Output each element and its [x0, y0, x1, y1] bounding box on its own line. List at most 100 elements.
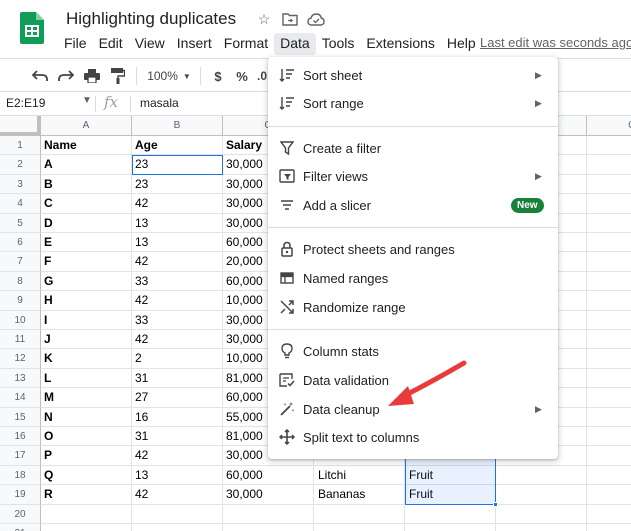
cell-f20[interactable]	[496, 504, 587, 524]
cell-b6[interactable]: 13	[132, 233, 223, 253]
row-header-20[interactable]: 20	[0, 504, 41, 524]
menu-extensions[interactable]: Extensions	[360, 33, 440, 55]
cell-c19[interactable]: 30,000	[223, 485, 314, 505]
menu-item-filter-views[interactable]: Filter views ▶	[268, 162, 558, 190]
menu-file[interactable]: File	[58, 33, 93, 55]
cell-g2[interactable]	[587, 155, 631, 175]
name-box-dropdown-icon[interactable]: ▼	[82, 95, 92, 106]
cell-c20[interactable]	[223, 504, 314, 524]
cell-b7[interactable]: 42	[132, 252, 223, 272]
star-icon[interactable]: ☆	[254, 9, 274, 29]
redo-icon[interactable]	[56, 66, 76, 86]
fill-handle[interactable]	[493, 501, 498, 507]
row-header-6[interactable]: 6	[0, 233, 41, 253]
row-header-15[interactable]: 15	[0, 407, 41, 427]
row-header-19[interactable]: 19	[0, 485, 41, 505]
row-header-8[interactable]: 8	[0, 271, 41, 292]
cell-b10[interactable]: 33	[132, 310, 223, 330]
cell-d18-value[interactable]: Litchi	[315, 465, 405, 486]
cell-g1[interactable]	[587, 136, 631, 156]
cell-a10[interactable]: I	[41, 310, 132, 330]
row-header-4[interactable]: 4	[0, 194, 41, 214]
row-header-16[interactable]: 16	[0, 427, 41, 447]
cell-g9[interactable]	[587, 291, 631, 311]
menu-item-randomize-range[interactable]: Randomize range	[268, 293, 558, 321]
cell-c18[interactable]: 60,000	[223, 465, 314, 486]
cell-a4[interactable]: C	[41, 194, 132, 214]
cell-a18[interactable]: Q	[41, 465, 132, 486]
cell-g19[interactable]	[587, 485, 631, 505]
menu-item-add-slicer[interactable]: Add a slicer New	[268, 191, 558, 219]
cell-a12[interactable]: K	[41, 349, 132, 369]
column-header-g[interactable]: G	[587, 116, 631, 136]
paint-format-icon[interactable]	[108, 66, 128, 86]
column-header-a[interactable]: A	[41, 116, 132, 136]
menu-item-sort-sheet[interactable]: Sort sheet ▶	[268, 61, 558, 89]
cell-e18-value[interactable]: Fruit	[406, 465, 496, 486]
cell-g15[interactable]	[587, 408, 631, 427]
cell-g12[interactable]	[587, 349, 631, 369]
cell-a9[interactable]: H	[41, 291, 132, 311]
percent-format-button[interactable]: %	[232, 66, 252, 86]
cell-e19-value[interactable]: Fruit	[406, 485, 496, 505]
cell-b3[interactable]: 23	[132, 174, 223, 195]
row-header-5[interactable]: 5	[0, 213, 41, 233]
cell-b4[interactable]: 42	[132, 194, 223, 214]
cell-a1[interactable]: Name	[41, 136, 132, 156]
cell-f21[interactable]	[496, 524, 587, 531]
cell-a8[interactable]: G	[41, 271, 132, 292]
menu-item-protect-sheets[interactable]: Protect sheets and ranges	[268, 235, 558, 263]
menu-help[interactable]: Help	[441, 33, 482, 55]
cell-g13[interactable]	[587, 369, 631, 389]
cell-a15[interactable]: N	[41, 407, 132, 427]
menu-data[interactable]: Data	[274, 33, 316, 55]
cell-b21[interactable]	[132, 524, 223, 531]
menu-tools[interactable]: Tools	[316, 33, 361, 55]
menu-item-sort-range[interactable]: Sort range ▶	[268, 89, 558, 117]
row-header-1[interactable]: 1	[0, 136, 41, 156]
menu-item-data-validation[interactable]: Data validation	[268, 366, 558, 394]
cell-d20[interactable]	[314, 504, 405, 524]
menu-insert[interactable]: Insert	[171, 33, 218, 55]
cell-a20[interactable]	[41, 504, 132, 524]
select-all-corner[interactable]	[0, 116, 41, 136]
cell-a2[interactable]: A	[41, 155, 132, 175]
row-header-10[interactable]: 10	[0, 310, 41, 330]
row-header-3[interactable]: 3	[0, 174, 41, 195]
currency-format-button[interactable]: $	[208, 66, 228, 86]
cell-g8[interactable]	[587, 272, 631, 292]
cell-a14[interactable]: M	[41, 388, 132, 408]
cell-b14[interactable]: 27	[132, 388, 223, 408]
cell-a16[interactable]: O	[41, 427, 132, 447]
move-folder-icon[interactable]	[280, 9, 300, 29]
cell-a7[interactable]: F	[41, 252, 132, 272]
zoom-select[interactable]: 100% ▼	[146, 66, 192, 86]
cell-b15[interactable]: 16	[132, 407, 223, 427]
cell-g17[interactable]	[587, 446, 631, 466]
cell-g21[interactable]	[587, 524, 631, 531]
cell-g20[interactable]	[587, 505, 631, 524]
cell-a5[interactable]: D	[41, 213, 132, 233]
cell-b9[interactable]: 42	[132, 291, 223, 311]
row-header-14[interactable]: 14	[0, 388, 41, 408]
menu-view[interactable]: View	[129, 33, 171, 55]
sheets-logo-icon[interactable]	[20, 12, 44, 44]
cell-b18[interactable]: 13	[132, 465, 223, 486]
cell-a3[interactable]: B	[41, 174, 132, 195]
row-header-2[interactable]: 2	[0, 155, 41, 175]
cell-b2[interactable]: 23	[132, 155, 223, 175]
undo-icon[interactable]	[30, 66, 50, 86]
cell-b11[interactable]: 42	[132, 330, 223, 350]
cell-b8[interactable]: 33	[132, 271, 223, 292]
cell-b13[interactable]: 31	[132, 368, 223, 389]
cell-e21[interactable]	[405, 524, 496, 531]
cell-b16[interactable]: 31	[132, 427, 223, 447]
cell-b12[interactable]: 2	[132, 349, 223, 369]
cell-a21[interactable]	[41, 524, 132, 531]
cell-g14[interactable]	[587, 388, 631, 408]
cell-d21[interactable]	[314, 524, 405, 531]
menu-item-named-ranges[interactable]: Named ranges	[268, 264, 558, 292]
cell-g10[interactable]	[587, 311, 631, 330]
cell-d19-value[interactable]: Bananas	[315, 485, 405, 505]
cell-f18[interactable]	[496, 465, 587, 486]
